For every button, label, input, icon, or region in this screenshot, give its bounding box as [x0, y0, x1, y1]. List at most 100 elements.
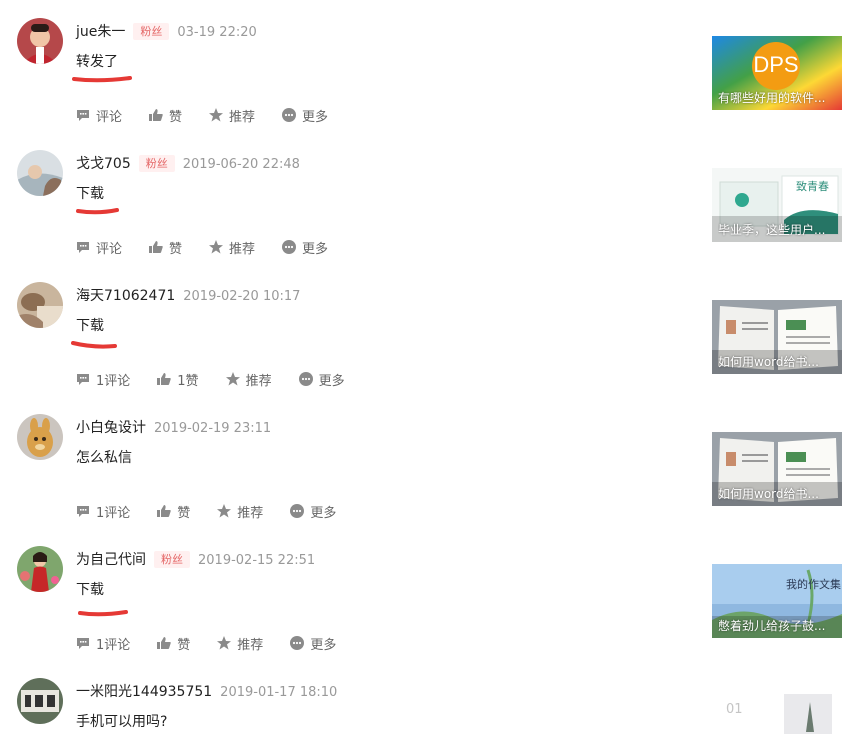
username[interactable]: 小白兔设计: [76, 420, 146, 436]
comment-meta: 为自己代间 粉丝 2019-02-15 22:51: [76, 549, 315, 569]
comment-meta: 小白兔设计 2019-02-19 23:11: [76, 417, 271, 437]
comment-actions: 1评论 赞 推荐 更多: [75, 502, 362, 521]
thumbs-up-icon: [148, 107, 164, 123]
timestamp: 2019-02-15 22:51: [198, 553, 316, 568]
comment-actions: 1评论 赞 推荐 更多: [75, 634, 362, 653]
avatar[interactable]: [17, 282, 63, 328]
recommend-button[interactable]: 推荐: [208, 238, 255, 257]
comment-item: 小白兔设计 2019-02-19 23:11 怎么私信 1评论 赞 推荐 更多 如…: [0, 396, 864, 528]
comment-item: 为自己代间 粉丝 2019-02-15 22:51 下载 1评论 赞 推荐 更多 我…: [0, 528, 864, 660]
thumbnail-title: 致青春: [796, 180, 829, 193]
more-button[interactable]: 更多: [298, 370, 345, 389]
recommend-button[interactable]: 推荐: [216, 502, 263, 521]
recommend-button[interactable]: 推荐: [216, 634, 263, 653]
timestamp: 2019-06-20 22:48: [182, 157, 300, 172]
timestamp: 2019-02-20 10:17: [183, 289, 301, 304]
comment-button[interactable]: 评论: [75, 238, 122, 257]
recommend-button[interactable]: 推荐: [225, 370, 272, 389]
red-underline-annotation: [72, 76, 132, 83]
more-button[interactable]: 更多: [289, 502, 336, 521]
thumbnail-caption: 有哪些好用的软件...: [718, 91, 826, 105]
thumbnail-caption: 如何用word给书...: [718, 355, 819, 369]
more-button[interactable]: 更多: [281, 106, 328, 125]
avatar[interactable]: [17, 678, 63, 724]
username[interactable]: 海天71062471: [76, 288, 175, 304]
comment-meta: jue朱一 粉丝 03-19 22:20: [76, 21, 257, 41]
article-thumbnail[interactable]: DPS 有哪些好用的软件...: [712, 36, 842, 110]
fan-badge: 粉丝: [133, 23, 170, 40]
red-underline-annotation: [78, 610, 128, 617]
thumbnail-mark: 01: [726, 702, 743, 717]
comment-meta: 海天71062471 2019-02-20 10:17: [76, 285, 300, 305]
avatar[interactable]: [17, 18, 63, 64]
comment-actions: 评论 赞 推荐 更多: [75, 106, 354, 125]
comment-item: 海天71062471 2019-02-20 10:17 下载 1评论 1赞 推荐 …: [0, 264, 864, 396]
username[interactable]: jue朱一: [76, 24, 125, 40]
avatar[interactable]: [17, 546, 63, 592]
username[interactable]: 戈戈705: [76, 156, 131, 172]
like-button[interactable]: 赞: [148, 106, 182, 125]
comment-icon: [75, 239, 91, 255]
comment-text: 手机可以用吗?: [76, 714, 168, 730]
comment-item: jue朱一 粉丝 03-19 22:20 转发了 评论 赞 推荐 更多 DPS 有哪…: [0, 0, 864, 132]
fan-badge: 粉丝: [138, 155, 175, 172]
more-dots-icon: [281, 107, 297, 123]
comment-icon: [75, 107, 91, 123]
timestamp: 2019-01-17 18:10: [220, 685, 338, 700]
comment-text: 下载: [76, 582, 104, 598]
thumbnail-caption: 憋着劲儿给孩子鼓...: [718, 619, 826, 633]
thumbnail-caption: 如何用word给书...: [718, 487, 819, 501]
avatar[interactable]: [17, 414, 63, 460]
comment-icon: [75, 371, 91, 387]
comment-button[interactable]: 评论: [75, 106, 122, 125]
like-button[interactable]: 赞: [156, 634, 190, 653]
article-thumbnail[interactable]: 如何用word给书...: [712, 300, 842, 374]
thumbnail-caption: 毕业季，这些用户...: [718, 223, 826, 237]
comment-item: 戈戈705 粉丝 2019-06-20 22:48 下载 评论 赞 推荐 更多 致青…: [0, 132, 864, 264]
fan-badge: 粉丝: [154, 551, 190, 568]
timestamp: 2019-02-19 23:11: [154, 421, 272, 436]
comment-actions: 评论 赞 推荐 更多: [75, 238, 354, 257]
comment-button[interactable]: 1评论: [75, 370, 130, 389]
more-dots-icon: [298, 371, 314, 387]
comment-icon: [75, 503, 91, 519]
thumbnail-logo: DPS: [753, 52, 799, 77]
thumbnail-title: 我的作文集: [786, 578, 841, 591]
username[interactable]: 一米阳光144935751: [76, 684, 212, 700]
recommend-button[interactable]: 推荐: [208, 106, 255, 125]
avatar[interactable]: [17, 150, 63, 196]
thumbs-up-icon: [156, 371, 172, 387]
comment-text: 下载: [76, 186, 104, 202]
timestamp: 03-19 22:20: [177, 25, 257, 40]
thumbs-up-icon: [148, 239, 164, 255]
article-thumbnail[interactable]: 我的作文集 憋着劲儿给孩子鼓...: [712, 564, 842, 638]
star-icon: [225, 371, 241, 387]
article-thumbnail[interactable]: 致青春 毕业季，这些用户...: [712, 168, 842, 242]
more-dots-icon: [289, 635, 305, 651]
red-underline-annotation: [71, 341, 117, 349]
comment-button[interactable]: 1评论: [75, 502, 130, 521]
username[interactable]: 为自己代间: [76, 552, 146, 568]
like-button[interactable]: 赞: [156, 502, 190, 521]
star-icon: [208, 239, 224, 255]
more-button[interactable]: 更多: [289, 634, 336, 653]
comment-meta: 戈戈705 粉丝 2019-06-20 22:48: [76, 153, 300, 173]
comment-button[interactable]: 1评论: [75, 634, 130, 653]
comment-meta: 一米阳光144935751 2019-01-17 18:10: [76, 681, 337, 701]
star-icon: [216, 503, 232, 519]
article-thumbnail[interactable]: 如何用word给书...: [712, 432, 842, 506]
red-underline-annotation: [76, 208, 119, 215]
comment-text: 转发了: [76, 54, 118, 70]
more-dots-icon: [289, 503, 305, 519]
star-icon: [208, 107, 224, 123]
like-button[interactable]: 赞: [148, 238, 182, 257]
comment-text: 怎么私信: [76, 450, 132, 466]
comment-icon: [75, 635, 91, 651]
more-dots-icon: [281, 239, 297, 255]
article-thumbnail[interactable]: 01: [712, 690, 842, 734]
more-button[interactable]: 更多: [281, 238, 328, 257]
thumbs-up-icon: [156, 635, 172, 651]
like-button[interactable]: 1赞: [156, 370, 199, 389]
comment-actions: 1评论 1赞 推荐 更多: [75, 370, 371, 389]
star-icon: [216, 635, 232, 651]
